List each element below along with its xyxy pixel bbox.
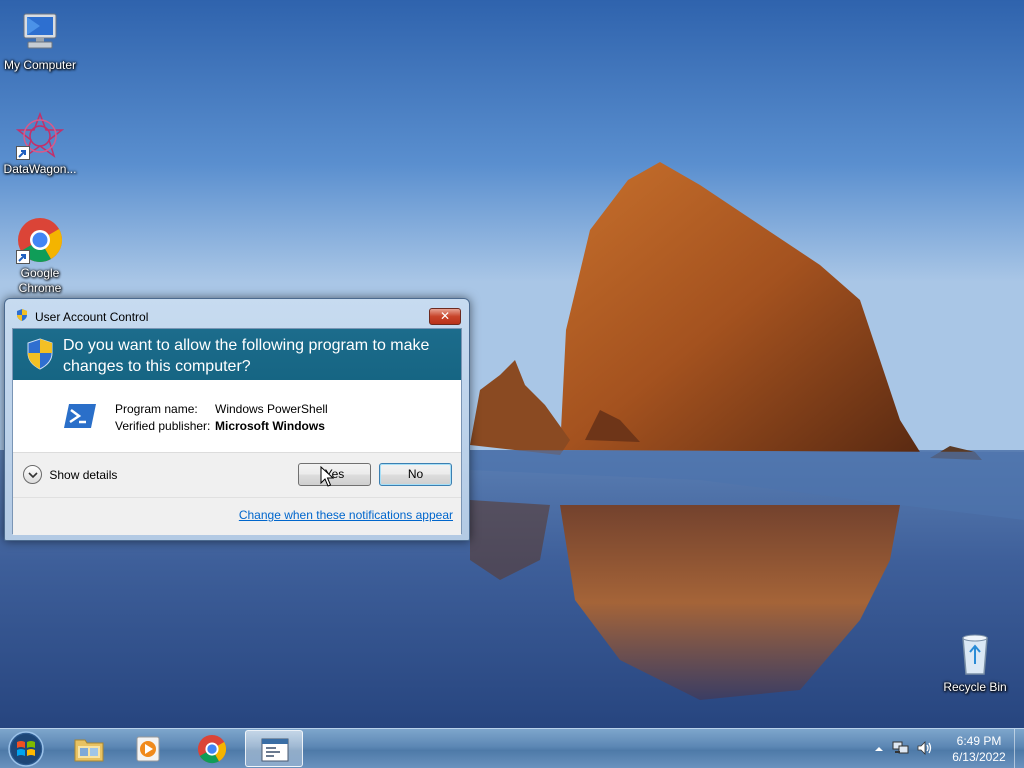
desktop-icon-datawagon[interactable]: DataWagon... [0, 111, 80, 177]
shortcut-arrow-icon [16, 250, 30, 264]
uac-client-area: Do you want to allow the following progr… [12, 328, 462, 535]
shield-icon [26, 338, 54, 370]
powershell-icon [63, 402, 97, 430]
show-details-toggle[interactable]: Show details [23, 465, 117, 485]
desktop-icon-label: DataWagon... [3, 162, 77, 176]
show-hidden-icons-icon[interactable] [874, 743, 884, 753]
folder-icon [73, 734, 105, 764]
chrome-icon [16, 216, 64, 264]
desktop-icon-label: My Computer [3, 58, 77, 72]
network-icon[interactable] [892, 740, 910, 756]
close-icon: ✕ [439, 309, 451, 323]
desktop-icon-recycle-bin[interactable]: Recycle Bin [935, 630, 1015, 695]
divider [13, 497, 461, 498]
publisher-row: Verified publisher: Microsoft Windows [115, 419, 325, 433]
uac-question: Do you want to allow the following progr… [63, 337, 430, 375]
taskbar-windows-explorer[interactable] [60, 730, 118, 767]
taskbar-google-chrome[interactable] [183, 730, 241, 767]
yes-button[interactable]: Yes [298, 463, 371, 486]
publisher-value: Microsoft Windows [215, 419, 325, 433]
uac-title: User Account Control [35, 310, 149, 324]
no-button[interactable]: No [379, 463, 452, 486]
shield-icon [15, 308, 29, 322]
mouse-pointer-icon [320, 465, 335, 488]
program-name-row: Program name: Windows PowerShell [115, 402, 328, 416]
clock-date: 6/13/2022 [952, 750, 1006, 764]
chrome-icon [196, 734, 228, 764]
taskbar: 6:49 PM 6/13/2022 [0, 728, 1024, 768]
program-name-value: Windows PowerShell [215, 402, 328, 416]
publisher-label: Verified publisher: [115, 419, 211, 433]
desktop-icon-my-computer[interactable]: My Computer [0, 8, 80, 73]
desktop-icon-label: Google Chrome [18, 266, 62, 295]
uac-footer: Show details Yes No Change when these no… [13, 452, 461, 535]
system-tray: 6:49 PM 6/13/2022 [864, 729, 1024, 768]
program-info: Program name: Windows PowerShell Verified… [13, 380, 461, 452]
chevron-down-icon[interactable] [23, 465, 42, 484]
taskbar-media-player[interactable] [120, 730, 178, 767]
program-name-label: Program name: [115, 402, 198, 416]
show-details-label[interactable]: Show details [49, 468, 117, 482]
start-button[interactable] [4, 730, 48, 768]
recycle-bin-icon [951, 630, 999, 678]
uac-titlebar[interactable]: User Account Control ✕ [5, 299, 469, 327]
shortcut-arrow-icon [16, 146, 30, 160]
media-player-icon [133, 734, 165, 764]
computer-icon [16, 8, 64, 56]
datawagon-icon [15, 111, 65, 160]
volume-icon[interactable] [916, 740, 934, 756]
change-notifications-link[interactable]: Change when these notifications appear [239, 508, 453, 522]
clock[interactable]: 6:49 PM 6/13/2022 [944, 733, 1014, 765]
close-button[interactable]: ✕ [429, 308, 461, 325]
taskbar-uac-window[interactable] [245, 730, 303, 767]
uac-dialog: User Account Control ✕ Do you want to al… [4, 298, 470, 541]
desktop-icon-label: Recycle Bin [943, 680, 1007, 694]
window-icon [259, 735, 291, 765]
desktop-icon-google-chrome[interactable]: Google Chrome [0, 216, 80, 296]
uac-header: Do you want to allow the following progr… [13, 329, 461, 380]
clock-time: 6:49 PM [956, 734, 1002, 748]
show-desktop-button[interactable] [1014, 729, 1024, 768]
